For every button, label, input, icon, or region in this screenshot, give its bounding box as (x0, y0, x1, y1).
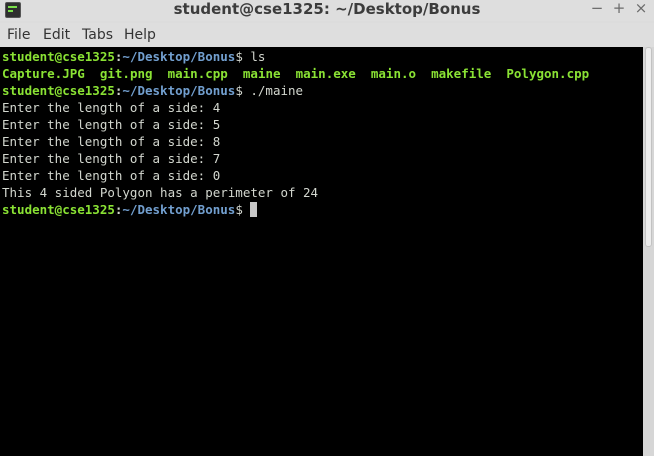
ls-file: makefile (431, 66, 492, 81)
ls-file: main.cpp (167, 66, 228, 81)
ls-file: main.o (370, 66, 417, 81)
scrollbar-thumb[interactable] (645, 47, 652, 247)
output-line: Enter the length of a side: 5 (2, 117, 221, 132)
menu-file[interactable]: File (7, 26, 30, 44)
output-line: This 4 sided Polygon has a perimeter of … (2, 185, 319, 200)
minimize-button[interactable]: − (588, 0, 606, 18)
text-cursor (250, 202, 258, 217)
prompt-user: student@cse1325 (2, 49, 115, 64)
command-text (243, 202, 251, 217)
ls-file: Polygon.cpp (506, 66, 590, 81)
title-bar[interactable]: student@cse1325: ~/Desktop/Bonus − + × (0, 0, 654, 21)
vertical-scrollbar[interactable] (643, 47, 654, 456)
prompt-symbol: $ (235, 202, 243, 217)
output-line: Enter the length of a side: 0 (2, 168, 221, 183)
window-title: student@cse1325: ~/Desktop/Bonus (173, 0, 481, 18)
command-text: ./maine (242, 83, 304, 98)
command-line: student@cse1325:~/Desktop/Bonus$ ls (2, 48, 265, 65)
menu-tabs[interactable]: Tabs (82, 26, 113, 44)
prompt-path: ~/Desktop/Bonus (122, 202, 236, 217)
command-text: ls (242, 49, 266, 64)
output-line: Enter the length of a side: 8 (2, 134, 221, 149)
menu-edit[interactable]: Edit (43, 26, 70, 44)
ls-output: Capture.JPG git.png main.cpp maine main.… (2, 65, 589, 82)
command-line: student@cse1325:~/Desktop/Bonus$ ./maine (2, 82, 303, 99)
output-line: Enter the length of a side: 4 (2, 100, 221, 115)
ls-file: maine (242, 66, 281, 81)
prompt-symbol: $ (235, 49, 243, 64)
prompt-path: ~/Desktop/Bonus (122, 49, 236, 64)
ls-file: main.exe (295, 66, 356, 81)
command-line: student@cse1325:~/Desktop/Bonus$ (2, 201, 258, 218)
menu-bar: File Edit Tabs Help (0, 23, 654, 47)
close-button[interactable]: × (632, 0, 650, 18)
menu-help[interactable]: Help (124, 26, 156, 44)
prompt-user: student@cse1325 (2, 83, 115, 98)
ls-file: Capture.JPG (2, 66, 85, 81)
terminal-output[interactable]: student@cse1325:~/Desktop/Bonus$ ls Capt… (0, 47, 643, 456)
output-line: Enter the length of a side: 7 (2, 151, 221, 166)
prompt-path: ~/Desktop/Bonus (122, 83, 236, 98)
ls-file: git.png (99, 66, 153, 81)
prompt-user: student@cse1325 (2, 202, 115, 217)
prompt-symbol: $ (235, 83, 243, 98)
maximize-button[interactable]: + (610, 0, 628, 18)
